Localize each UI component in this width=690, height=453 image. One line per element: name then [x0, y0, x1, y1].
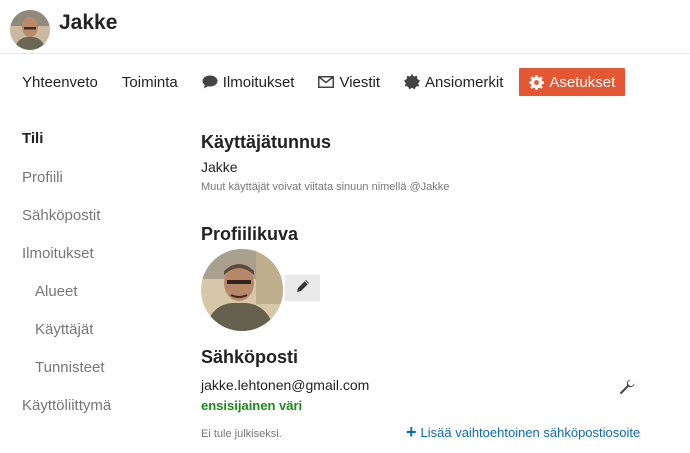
- sidebar-item-emails[interactable]: Sähköpostit: [22, 207, 100, 224]
- gear-icon: [529, 74, 545, 90]
- user-header: Jakke: [0, 0, 690, 54]
- sidebar-item-interface[interactable]: Käyttöliittymä: [22, 397, 111, 414]
- sidebar-item-categories[interactable]: Alueet: [35, 283, 78, 300]
- sidebar-item-account[interactable]: Tili: [22, 130, 43, 147]
- add-email-label: Lisää vaihtoehtoinen sähköpostiosoite: [420, 424, 641, 440]
- tab-summary[interactable]: Yhteenveto: [10, 68, 110, 96]
- email-value: jakke.lehtonen@gmail.com: [201, 377, 370, 393]
- tab-activity[interactable]: Toiminta: [110, 68, 190, 96]
- tab-label: Viestit: [339, 73, 381, 91]
- profile-picture: [201, 249, 283, 331]
- user-name: Jakke: [59, 11, 118, 34]
- sidebar-item-notifications[interactable]: Ilmoitukset: [22, 245, 94, 262]
- plus-icon: +: [406, 422, 417, 442]
- tab-label: Toiminta: [121, 73, 178, 91]
- tab-label: Yhteenveto: [22, 73, 98, 91]
- primary-email-label: ensisijainen väri: [201, 398, 303, 413]
- envelope-icon: [318, 76, 335, 88]
- sidebar-item-profile[interactable]: Profiili: [22, 169, 63, 186]
- comment-icon: [202, 75, 218, 89]
- tab-label: Ilmoitukset: [222, 73, 295, 91]
- email-hint: Ei tule julkiseksi.: [201, 428, 282, 440]
- tab-messages[interactable]: Viestit: [306, 68, 392, 96]
- tab-notifications[interactable]: Ilmoitukset: [190, 68, 307, 96]
- email-title: Sähköposti: [201, 347, 299, 367]
- tab-label: Asetukset: [549, 73, 616, 91]
- sidebar-item-users[interactable]: Käyttäjät: [35, 321, 93, 338]
- pencil-icon: [296, 279, 310, 298]
- edit-profile-pic-button[interactable]: [285, 275, 320, 301]
- user-nav: Yhteenveto Toiminta Ilmoitukset Viestit …: [10, 68, 626, 96]
- add-alternate-email-link[interactable]: + Lisää vaihtoehtoinen sähköpostiosoite: [406, 423, 640, 441]
- wrench-icon[interactable]: [619, 379, 635, 395]
- tab-settings[interactable]: Asetukset: [519, 68, 626, 96]
- username-hint: Muut käyttäjät voivat viitata sinuun nim…: [201, 181, 450, 193]
- avatar[interactable]: [10, 10, 50, 50]
- badge-icon: [404, 74, 421, 90]
- profile-pic-title: Profiilikuva: [201, 224, 299, 244]
- username-title: Käyttäjätunnus: [201, 132, 332, 152]
- tab-label: Ansiomerkit: [425, 73, 504, 91]
- sidebar-item-tags[interactable]: Tunnisteet: [35, 359, 105, 376]
- tab-badges[interactable]: Ansiomerkit: [392, 68, 515, 96]
- username-value: Jakke: [201, 159, 238, 175]
